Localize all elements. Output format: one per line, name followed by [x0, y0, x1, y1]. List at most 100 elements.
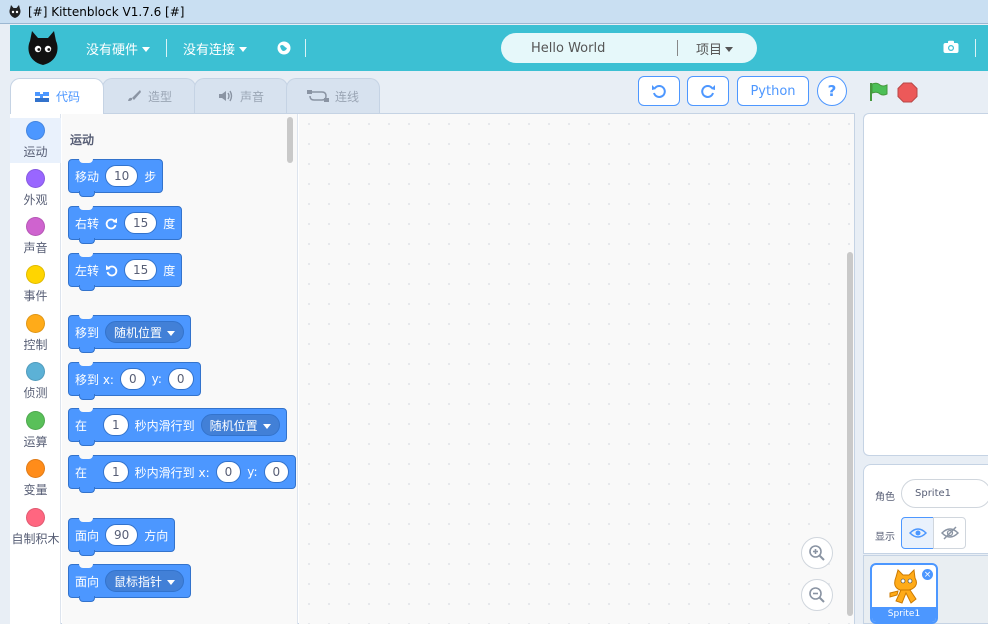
redo-button[interactable] [687, 76, 729, 106]
block-number-input[interactable]: 0 [263, 461, 290, 483]
hide-sprite-button[interactable] [933, 517, 966, 549]
menu-divider [975, 39, 976, 57]
block-turn-left[interactable]: 左转 15 度 [68, 253, 183, 291]
block-glide-xy[interactable]: 在 1 秒内滑行到 x: 0 y: 0 [68, 455, 297, 493]
tab-code-label: 代码 [55, 90, 80, 104]
category-color-dot [26, 411, 45, 430]
block-point-towards[interactable]: 面向 鼠标指针 [68, 564, 192, 602]
camera-icon[interactable] [943, 40, 959, 54]
block-number-input[interactable]: 15 [124, 259, 158, 281]
show-sprite-button[interactable] [901, 517, 934, 549]
block-number-input[interactable]: 0 [119, 368, 146, 390]
block-goto[interactable]: 移到 随机位置 [68, 315, 192, 353]
undo-button[interactable] [638, 76, 680, 106]
wire-icon [306, 90, 329, 102]
block-text: 面向 [75, 528, 100, 543]
window-titlebar: [#] Kittenblock V1.7.6 [#] [0, 0, 988, 24]
stage-canvas[interactable] [863, 113, 988, 456]
block-text: 面向 [75, 574, 100, 589]
block-text: 右转 [75, 216, 100, 231]
help-button[interactable]: ? [817, 76, 847, 106]
block-move-steps[interactable]: 移动 10 步 [68, 159, 164, 197]
connection-menu-label: 没有连接 [183, 42, 236, 58]
block-text: 移到 x: [75, 372, 114, 387]
category-events[interactable]: 事件 [10, 265, 61, 304]
sprite-name-input[interactable]: Sprite1 [901, 479, 988, 508]
window-title: [#] Kittenblock V1.7.6 [#] [28, 4, 185, 19]
tab-code[interactable]: 代码 [10, 78, 104, 114]
block-dropdown[interactable]: 鼠标指针 [105, 570, 185, 592]
rotate-clockwise-icon [105, 217, 118, 229]
delete-sprite-button[interactable]: × [921, 568, 934, 581]
block-dropdown[interactable]: 随机位置 [200, 414, 280, 436]
zoom-in-icon [809, 545, 825, 561]
block-dropdown-value: 随机位置 [114, 325, 163, 340]
block-text: 步 [144, 169, 157, 184]
block-number-input[interactable]: 0 [167, 368, 194, 390]
zoom-in-button[interactable] [801, 537, 833, 569]
category-menu: 运动 外观 声音 事件 控制 侦测 运算 变量 自制积木 [10, 114, 61, 624]
palette-scrollbar[interactable] [287, 117, 293, 163]
project-menu-label: 项目 [695, 42, 722, 58]
block-turn-right[interactable]: 右转 15 度 [68, 206, 183, 244]
zoom-out-button[interactable] [801, 579, 833, 611]
project-title-box: Hello World 项目 [501, 33, 757, 63]
block-text: 秒内滑行到 [134, 418, 195, 433]
redo-icon [701, 85, 715, 98]
eye-hidden-icon [940, 526, 959, 540]
chevron-down-icon [262, 423, 271, 429]
tab-wiring[interactable]: 连线 [286, 78, 380, 113]
category-label: 事件 [23, 289, 48, 303]
category-sound[interactable]: 声音 [10, 217, 61, 256]
speaker-icon [218, 90, 233, 102]
block-text: 移到 [75, 325, 100, 340]
category-motion[interactable]: 运动 [10, 118, 61, 163]
sprite-label: 角色 [875, 492, 895, 503]
category-looks[interactable]: 外观 [10, 169, 61, 208]
stop-icon[interactable] [897, 82, 918, 103]
category-control[interactable]: 控制 [10, 314, 61, 353]
category-color-dot [26, 265, 45, 284]
block-dropdown-value: 鼠标指针 [114, 574, 163, 589]
hardware-menu[interactable]: 没有硬件 [74, 39, 162, 58]
project-name-input[interactable]: Hello World [501, 41, 677, 56]
green-flag-icon[interactable] [868, 82, 888, 102]
palette-section-title: 运动 [70, 133, 95, 147]
code-icon [34, 91, 49, 102]
workspace-scrollbar[interactable] [847, 252, 853, 616]
block-glide[interactable]: 在 1 秒内滑行到 随机位置 [68, 408, 287, 446]
python-button[interactable]: Python [737, 76, 809, 106]
block-text: 度 [163, 216, 176, 231]
kittenblock-logo[interactable] [26, 29, 60, 67]
kitten-app-icon [9, 4, 21, 18]
block-text: 方向 [144, 528, 169, 543]
category-color-dot [26, 362, 45, 381]
chevron-down-icon [142, 46, 151, 52]
block-number-input[interactable]: 90 [105, 524, 139, 546]
category-my-blocks[interactable]: 自制积木 [10, 508, 61, 547]
block-number-input[interactable]: 1 [103, 414, 129, 436]
menu-bar: 没有硬件 没有连接 Hello World 项目 [10, 25, 988, 71]
block-goto-xy[interactable]: 移到 x: 0 y: 0 [68, 362, 201, 400]
tab-costumes[interactable]: 造型 [102, 78, 196, 113]
category-variables[interactable]: 变量 [10, 459, 61, 498]
block-text: 在 [75, 418, 88, 433]
language-globe-icon[interactable] [277, 41, 291, 55]
script-workspace[interactable] [299, 114, 854, 624]
category-operators[interactable]: 运算 [10, 411, 61, 450]
connection-menu[interactable]: 没有连接 [171, 39, 259, 58]
category-sensing[interactable]: 侦测 [10, 362, 61, 401]
category-label: 运动 [23, 145, 48, 159]
project-menu[interactable]: 项目 [678, 39, 757, 58]
brush-icon [127, 90, 141, 101]
tab-sounds[interactable]: 声音 [194, 78, 288, 113]
block-number-input[interactable]: 1 [103, 461, 129, 483]
block-number-input[interactable]: 0 [215, 461, 242, 483]
block-number-input[interactable]: 15 [124, 212, 158, 234]
undo-icon [652, 85, 666, 98]
block-point-direction[interactable]: 面向 90 方向 [68, 518, 176, 556]
block-dropdown[interactable]: 随机位置 [105, 321, 185, 343]
eye-icon [908, 528, 927, 538]
block-number-input[interactable]: 10 [105, 165, 139, 187]
category-label: 运算 [23, 435, 48, 449]
